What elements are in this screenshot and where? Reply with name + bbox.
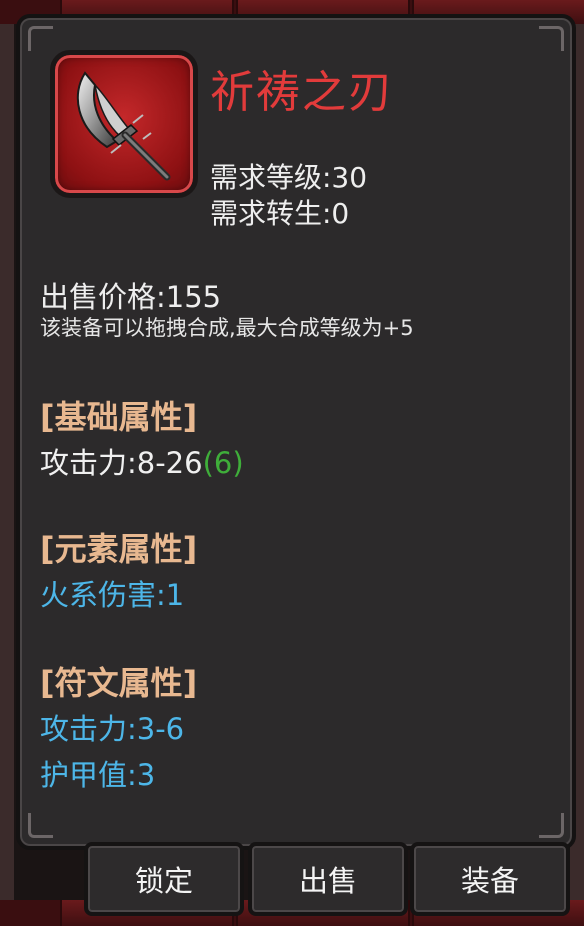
section-title-rune: [符文属性] xyxy=(40,664,198,702)
panel-corner-decoration xyxy=(539,813,564,838)
attribute-rune-armor: 护甲值:3 xyxy=(40,758,156,792)
section-title-basic: [基础属性] xyxy=(40,398,198,436)
attack-value: 攻击力:8-26 xyxy=(40,446,203,480)
curved-blade-icon xyxy=(76,71,171,181)
panel-corner-decoration xyxy=(28,26,53,51)
background-edge-left xyxy=(0,0,14,926)
attribute-fire-damage: 火系伤害:1 xyxy=(40,578,185,612)
panel-corner-decoration xyxy=(539,26,564,51)
attack-bonus: (6) xyxy=(202,446,244,480)
sell-price: 出售价格:155 xyxy=(40,280,222,314)
merge-note: 该装备可以拖拽合成,最大合成等级为+5 xyxy=(40,316,414,340)
attribute-rune-attack: 攻击力:3-6 xyxy=(40,712,185,746)
item-icon-frame xyxy=(50,50,198,198)
panel-corner-decoration xyxy=(28,813,53,838)
sell-button[interactable]: 出售 xyxy=(248,842,408,916)
item-name: 祈祷之刃 xyxy=(210,67,394,118)
attribute-attack: 攻击力:8-26(6) xyxy=(40,440,244,482)
required-level: 需求等级:30 xyxy=(210,161,368,194)
required-rebirth: 需求转生:0 xyxy=(210,197,350,230)
equip-button[interactable]: 装备 xyxy=(410,842,570,916)
section-title-element: [元素属性] xyxy=(40,530,198,568)
lock-button[interactable]: 锁定 xyxy=(84,842,244,916)
